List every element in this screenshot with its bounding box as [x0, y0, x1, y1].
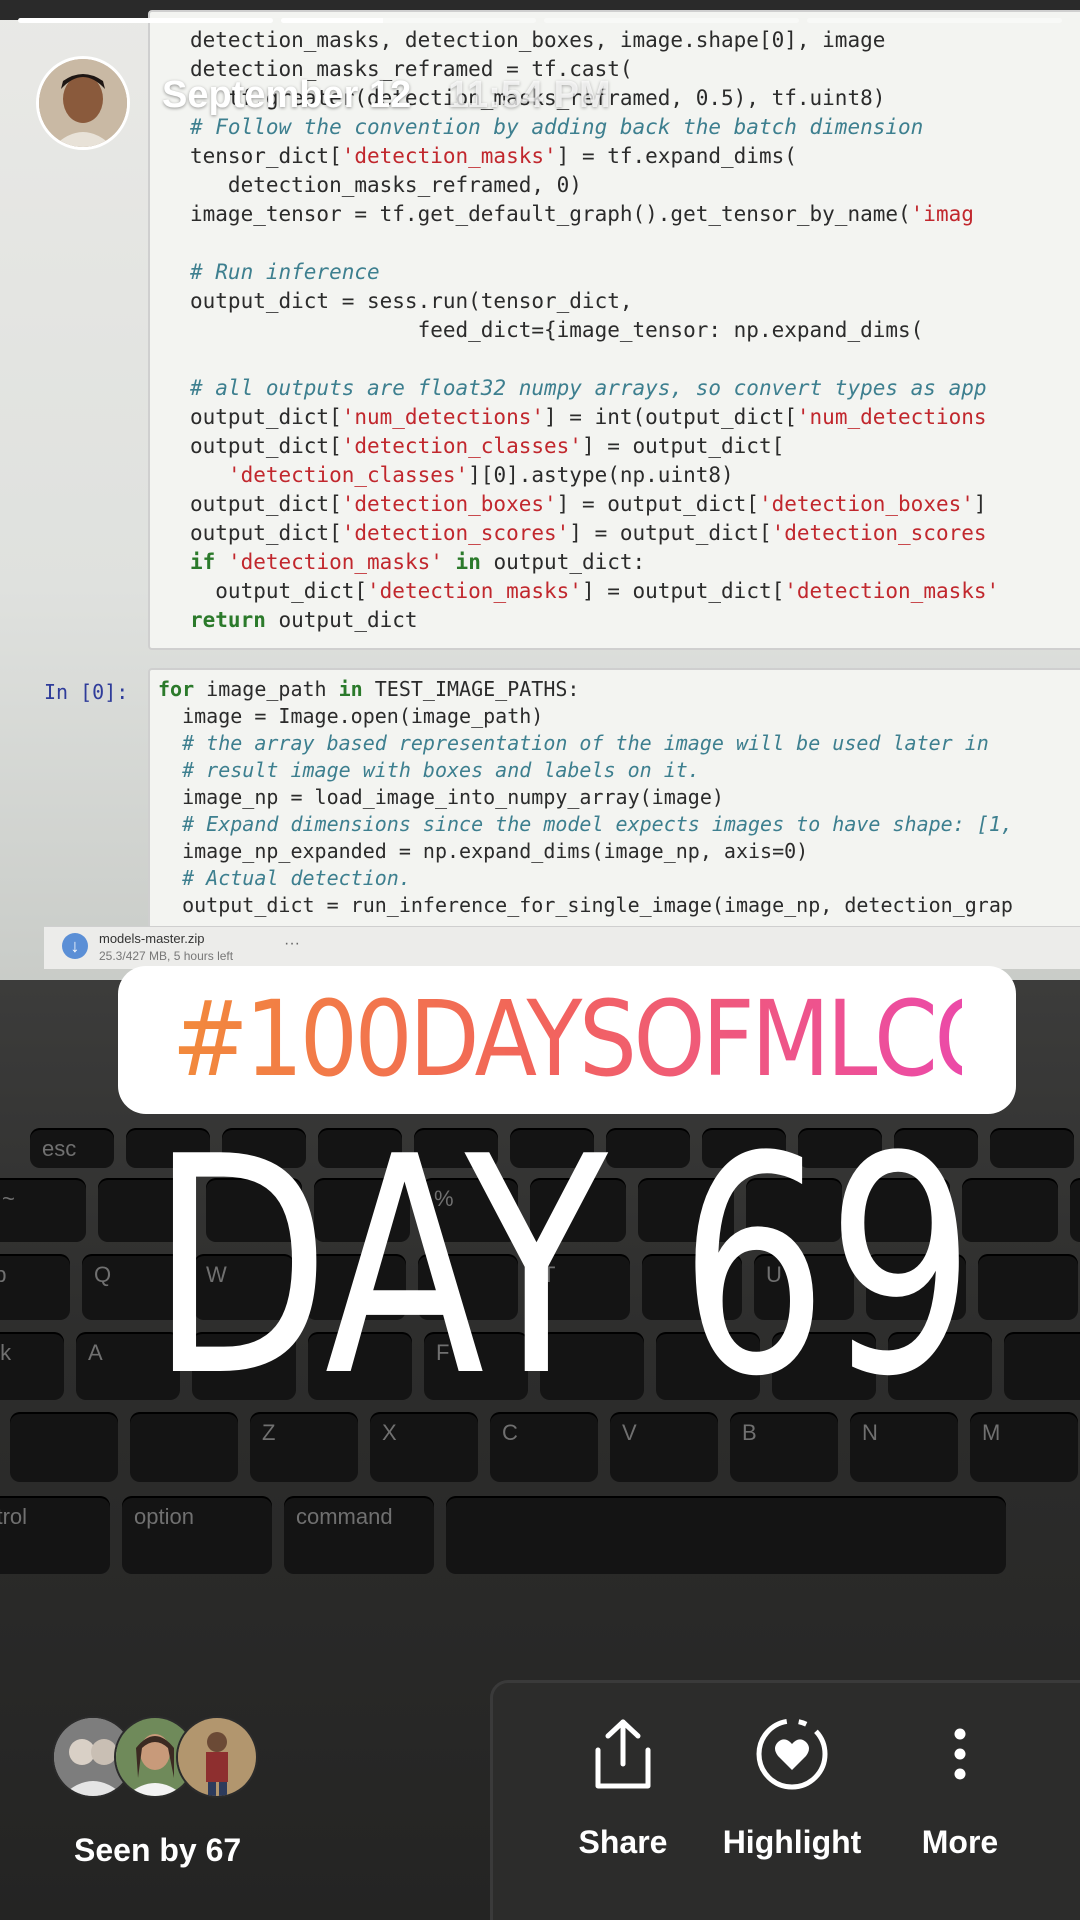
code-line: 'detection_classes'][0].astype(np.uint8)	[227, 463, 734, 487]
share-icon	[595, 1719, 651, 1789]
code-line: image = Image.open(image_path)	[158, 704, 544, 728]
cell-prompt-label: In [0]:	[44, 680, 129, 704]
seen-by-count[interactable]: Seen by 67	[74, 1832, 241, 1869]
code-cell-input: for image_path in TEST_IMAGE_PATHS: imag…	[148, 668, 1080, 942]
progress-segment	[281, 18, 536, 23]
code-line: output_dict['detection_boxes'] = output_…	[190, 492, 987, 516]
keyboard-key: ab	[0, 1254, 70, 1320]
story-photo: detection_masks, detection_boxes, image.…	[0, 0, 1080, 980]
keyboard-key: M	[970, 1412, 1078, 1482]
code-block-cell: for image_path in TEST_IMAGE_PATHS: imag…	[158, 676, 1013, 919]
code-line: # the array based representation of the …	[158, 731, 989, 755]
keyboard-key: ~	[0, 1178, 86, 1242]
code-line: output_dict['num_detections'] = int(outp…	[190, 405, 987, 429]
share-button[interactable]: Share	[538, 1708, 708, 1861]
more-dots-icon	[954, 1728, 966, 1780]
progress-segment	[807, 18, 1062, 23]
code-line: # Actual detection.	[158, 866, 411, 890]
highlight-label: Highlight	[722, 1824, 862, 1860]
keyboard-key	[978, 1254, 1078, 1320]
code-line: if 'detection_masks' in output_dict:	[190, 550, 646, 574]
more-button[interactable]: More	[875, 1708, 1045, 1861]
story-time: 11:54 PM	[448, 74, 611, 116]
keyboard-key	[1004, 1332, 1080, 1400]
code-line: feed_dict={image_tensor: np.expand_dims(	[190, 318, 924, 342]
day-text-sticker: DAY 69	[150, 1093, 975, 1442]
code-line: output_dict = run_inference_for_single_i…	[158, 893, 1013, 917]
story-progress-bar	[18, 18, 1062, 23]
keyboard-key: command	[284, 1496, 434, 1574]
avatar-photo	[39, 59, 127, 147]
keyboard-key	[990, 1128, 1074, 1168]
progress-segment	[544, 18, 799, 23]
code-line: image_np_expanded = np.expand_dims(image…	[158, 839, 809, 863]
hashtag-sticker[interactable]: #100DAYSOFMLCODE	[118, 966, 1080, 1114]
keyboard-row: ontroloptioncommand	[0, 1496, 1006, 1574]
code-line: output_dict = sess.run(tensor_dict,	[190, 289, 633, 313]
keyboard-key: lock	[0, 1332, 64, 1400]
code-line: # all outputs are float32 numpy arrays, …	[190, 376, 987, 400]
download-more-icon: ···	[284, 935, 300, 952]
viewer-avatar	[176, 1716, 258, 1798]
keyboard-key	[10, 1412, 118, 1482]
code-line: tensor_dict['detection_masks'] = tf.expa…	[190, 144, 797, 168]
code-line: image_np = load_image_into_numpy_array(i…	[158, 785, 724, 809]
keyboard-key: option	[122, 1496, 272, 1574]
keyboard-key	[446, 1496, 1006, 1574]
highlight-button[interactable]: Highlight	[707, 1708, 877, 1861]
code-line: output_dict['detection_scores'] = output…	[190, 521, 987, 545]
code-line: # Expand dimensions since the model expe…	[158, 812, 1013, 836]
code-line: output_dict['detection_classes'] = outpu…	[190, 434, 785, 458]
keyboard-key: ontrol	[0, 1496, 110, 1574]
story-date: September 12	[162, 74, 412, 116]
download-filename: models-master.zip	[99, 931, 205, 946]
highlight-heart-icon	[756, 1718, 828, 1790]
download-arrow-icon: ↓	[62, 933, 88, 959]
hashtag-text: #100DAYSOFMLCODE	[171, 978, 1080, 1100]
code-line: image_tensor = tf.get_default_graph().ge…	[190, 202, 974, 226]
code-block-top: detection_masks, detection_boxes, image.…	[190, 26, 999, 635]
progress-segment	[18, 18, 273, 23]
keyboard-key: esc	[30, 1128, 114, 1168]
code-line: detection_masks_reframed, 0)	[190, 173, 582, 197]
code-line: # Run inference	[190, 260, 380, 284]
more-label: More	[921, 1824, 999, 1860]
code-line: output_dict['detection_masks'] = output_…	[190, 579, 1000, 603]
viewer-avatars[interactable]	[52, 1716, 262, 1798]
user-avatar[interactable]	[36, 56, 130, 150]
code-line: return output_dict	[190, 608, 418, 632]
keyboard-key	[962, 1178, 1058, 1242]
code-line: detection_masks, detection_boxes, image.…	[190, 28, 886, 52]
keyboard-key	[1070, 1178, 1080, 1242]
code-line: # Follow the convention by adding back t…	[190, 115, 924, 139]
download-progress-text: 25.3/427 MB, 5 hours left	[99, 949, 234, 963]
share-label: Share	[578, 1824, 668, 1860]
download-bar: ↓ models-master.zip 25.3/427 MB, 5 hours…	[44, 926, 1080, 969]
code-line: for image_path in TEST_IMAGE_PATHS:	[158, 677, 580, 701]
story-viewer[interactable]: detection_masks, detection_boxes, image.…	[0, 0, 1080, 1920]
code-line: # result image with boxes and labels on …	[158, 758, 700, 782]
